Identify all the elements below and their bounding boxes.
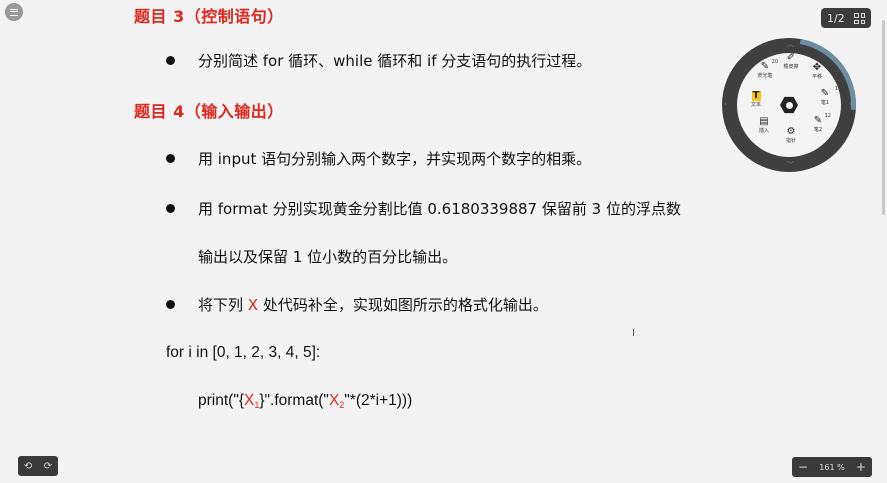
bullet-item-3: 用 format 分别实现黄金分割比值 0.6180339887 保留前 3 位… bbox=[166, 198, 681, 219]
rotate-left-icon[interactable]: ⟲ bbox=[24, 461, 32, 472]
tool-pointer[interactable]: ⚙ 指针 bbox=[779, 126, 803, 145]
move-icon: ✥ bbox=[812, 62, 822, 73]
menu-icon bbox=[10, 8, 18, 16]
vertical-scrollbar[interactable] bbox=[882, 20, 885, 215]
slide-page: 题目 3（控制语句） 分别简述 for 循环、while 循环和 if 分支语句… bbox=[0, 0, 887, 483]
text-icon: T bbox=[751, 90, 761, 101]
bullet-item-1: 分别简述 for 循环、while 循环和 if 分支语句的执行过程。 bbox=[166, 50, 591, 71]
document-icon: ▤ bbox=[759, 116, 769, 127]
tool-wheel-center-button[interactable] bbox=[776, 92, 802, 118]
bullet-icon bbox=[166, 300, 175, 309]
pen-icon: ✎ bbox=[820, 88, 830, 99]
zoom-control: − 161 % + bbox=[792, 457, 872, 477]
undo-redo-group: ⟲ ⟳ bbox=[18, 456, 58, 476]
heading-question-3: 题目 3（控制语句） bbox=[134, 7, 284, 26]
tool-pen-1[interactable]: ✎ 1 笔1 bbox=[813, 86, 838, 106]
menu-button[interactable] bbox=[5, 3, 23, 21]
placeholder-x2: X bbox=[328, 392, 340, 409]
text-cursor-icon: I bbox=[632, 328, 635, 339]
bullet-text-1: 分别简述 for 循环、while 循环和 if 分支语句的执行过程。 bbox=[198, 52, 592, 70]
bullet-item-2: 用 input 语句分别输入两个数字，并实现两个数字的相乘。 bbox=[166, 148, 591, 169]
tool-pen-2[interactable]: ✎ 12 笔2 bbox=[806, 113, 831, 133]
chevron-up-icon[interactable]: ︿ bbox=[787, 39, 794, 49]
tool-pan[interactable]: ✥ 平移 bbox=[805, 62, 829, 81]
heading-question-4: 题目 4（输入输出） bbox=[134, 102, 284, 121]
rotate-right-icon[interactable]: ⟳ bbox=[44, 461, 52, 472]
tool-insert[interactable]: ▤ 插入 bbox=[752, 116, 776, 135]
placeholder-x1: X bbox=[244, 392, 255, 409]
tool-eraser[interactable]: ✐ 10 橡皮擦 bbox=[779, 50, 804, 70]
bullet-icon bbox=[166, 154, 175, 163]
bullet-icon bbox=[166, 56, 175, 65]
settings-hex-icon bbox=[780, 96, 798, 114]
placeholder-x: X bbox=[247, 296, 259, 314]
chevron-left-icon[interactable]: ‹ bbox=[724, 100, 727, 108]
bullet-text-2: 用 input 语句分别输入两个数字，并实现两个数字的相乘。 bbox=[198, 150, 592, 168]
bullet-icon bbox=[166, 204, 175, 213]
thumbnail-grid-icon[interactable] bbox=[854, 13, 865, 24]
bullet-text-4: 将下列 X 处代码补全，实现如图所示的格式化输出。 bbox=[198, 296, 548, 314]
chevron-right-icon[interactable]: › bbox=[849, 100, 852, 108]
bullet-item-4: 将下列 X 处代码补全，实现如图所示的格式化输出。 bbox=[166, 294, 548, 315]
code-line-for: for i in [0, 1, 2, 3, 4, 5]: bbox=[166, 344, 321, 361]
zoom-level[interactable]: 161 % bbox=[819, 463, 844, 472]
tool-text[interactable]: T 文本 bbox=[744, 90, 768, 109]
pointer-icon: ⚙ bbox=[786, 126, 796, 137]
code-line-print: print("{X1}".format("X2"*(2*i+1))) bbox=[198, 392, 413, 410]
zoom-out-button[interactable]: − bbox=[798, 460, 808, 474]
tool-highlighter[interactable]: ✎ 20 荧光笔 bbox=[753, 59, 778, 79]
chevron-down-icon[interactable]: ﹀ bbox=[787, 160, 794, 170]
zoom-in-button[interactable]: + bbox=[856, 460, 866, 474]
bullet-text-3-line2: 输出以及保留 1 位小数的百分比输出。 bbox=[198, 248, 458, 266]
bullet-text-3-line1: 用 format 分别实现黄金分割比值 0.6180339887 保留前 3 位… bbox=[198, 200, 681, 218]
